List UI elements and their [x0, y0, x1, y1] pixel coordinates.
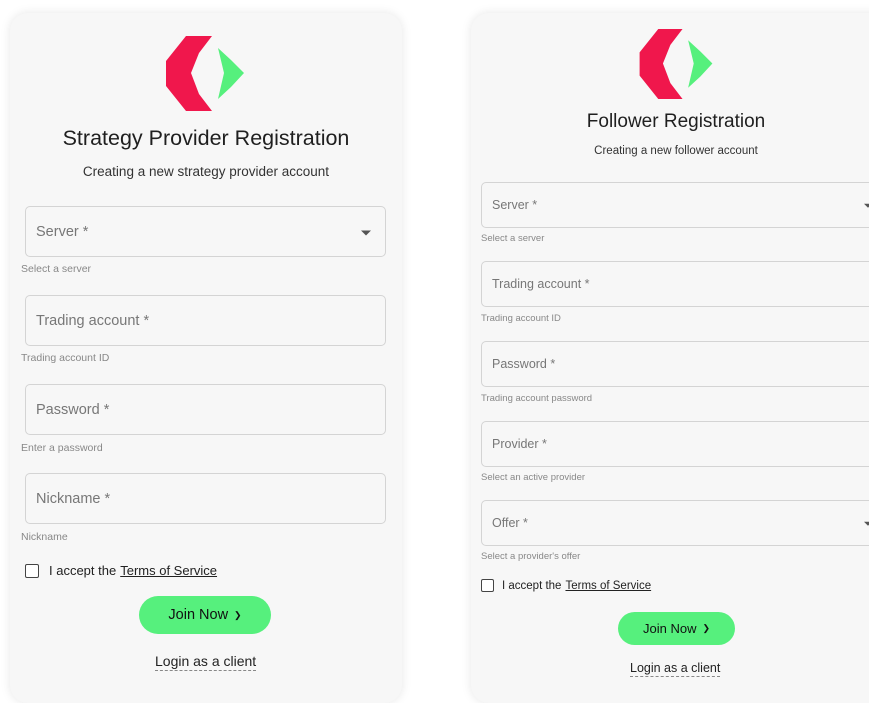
- terms-of-service-link[interactable]: Terms of Service: [120, 563, 217, 578]
- page-title: Strategy Provider Registration: [62, 126, 350, 150]
- nickname-input[interactable]: Nickname *: [25, 473, 386, 524]
- join-now-label: Join Now: [642, 621, 697, 636]
- page-title: Follower Registration: [586, 111, 766, 132]
- brand-logo-icon: [166, 36, 244, 111]
- trading-account-input[interactable]: Trading account *: [25, 295, 386, 346]
- join-now-button[interactable]: Join Now ❯: [618, 612, 735, 645]
- password-input[interactable]: Password *: [481, 341, 869, 387]
- chevron-right-icon: ❯: [234, 609, 242, 620]
- login-as-client-link[interactable]: Login as a client: [155, 653, 257, 671]
- password-placeholder: Password *: [36, 401, 110, 418]
- trading-account-helper: Trading account ID: [21, 352, 110, 364]
- terms-row: I accept the Terms of Service: [25, 563, 217, 578]
- page-subtitle: Creating a new strategy provider account: [82, 164, 330, 179]
- chevron-down-icon[interactable]: [361, 230, 371, 235]
- provider-select-placeholder: Provider *: [492, 437, 547, 451]
- password-helper: Trading account password: [481, 393, 593, 404]
- terms-checkbox[interactable]: [25, 563, 39, 578]
- join-now-button[interactable]: Join Now ❯: [139, 596, 271, 634]
- server-helper: Select a server: [21, 263, 92, 275]
- trading-account-placeholder: Trading account *: [492, 277, 590, 291]
- terms-of-service-link[interactable]: Terms of Service: [565, 580, 651, 592]
- terms-label: I accept the: [49, 563, 117, 578]
- server-select-placeholder: Server *: [492, 198, 538, 212]
- server-select[interactable]: Server *: [25, 206, 386, 257]
- brand-logo-icon: [639, 29, 713, 99]
- join-now-label: Join Now: [168, 607, 229, 623]
- password-placeholder: Password *: [492, 357, 556, 371]
- terms-checkbox[interactable]: [481, 579, 494, 592]
- provider-select[interactable]: Provider *: [481, 421, 869, 467]
- trading-account-placeholder: Trading account *: [36, 312, 150, 329]
- nickname-helper: Nickname: [21, 531, 68, 543]
- offer-select[interactable]: Offer *: [481, 500, 869, 546]
- chevron-down-icon[interactable]: [864, 203, 869, 208]
- provider-helper: Select an active provider: [481, 472, 586, 483]
- offer-select-placeholder: Offer *: [492, 516, 528, 530]
- password-helper: Enter a password: [21, 442, 103, 454]
- terms-row: I accept the Terms of Service: [481, 579, 651, 592]
- chevron-right-icon: ❯: [702, 623, 710, 633]
- page-subtitle: Creating a new follower account: [594, 145, 758, 157]
- strategy-provider-card: Strategy Provider Registration Creating …: [10, 13, 402, 703]
- server-helper: Select a server: [481, 233, 545, 244]
- password-input[interactable]: Password *: [25, 384, 386, 435]
- offer-helper: Select a provider's offer: [481, 551, 581, 562]
- server-select-placeholder: Server *: [36, 223, 89, 240]
- chevron-down-icon[interactable]: [864, 521, 869, 526]
- server-select[interactable]: Server *: [481, 182, 869, 228]
- login-as-client-link[interactable]: Login as a client: [630, 661, 721, 677]
- trading-account-input[interactable]: Trading account *: [481, 261, 869, 307]
- follower-card: Follower Registration Creating a new fol…: [471, 13, 869, 703]
- terms-label: I accept the: [502, 579, 562, 592]
- nickname-placeholder: Nickname *: [36, 490, 111, 507]
- trading-account-helper: Trading account ID: [481, 313, 561, 324]
